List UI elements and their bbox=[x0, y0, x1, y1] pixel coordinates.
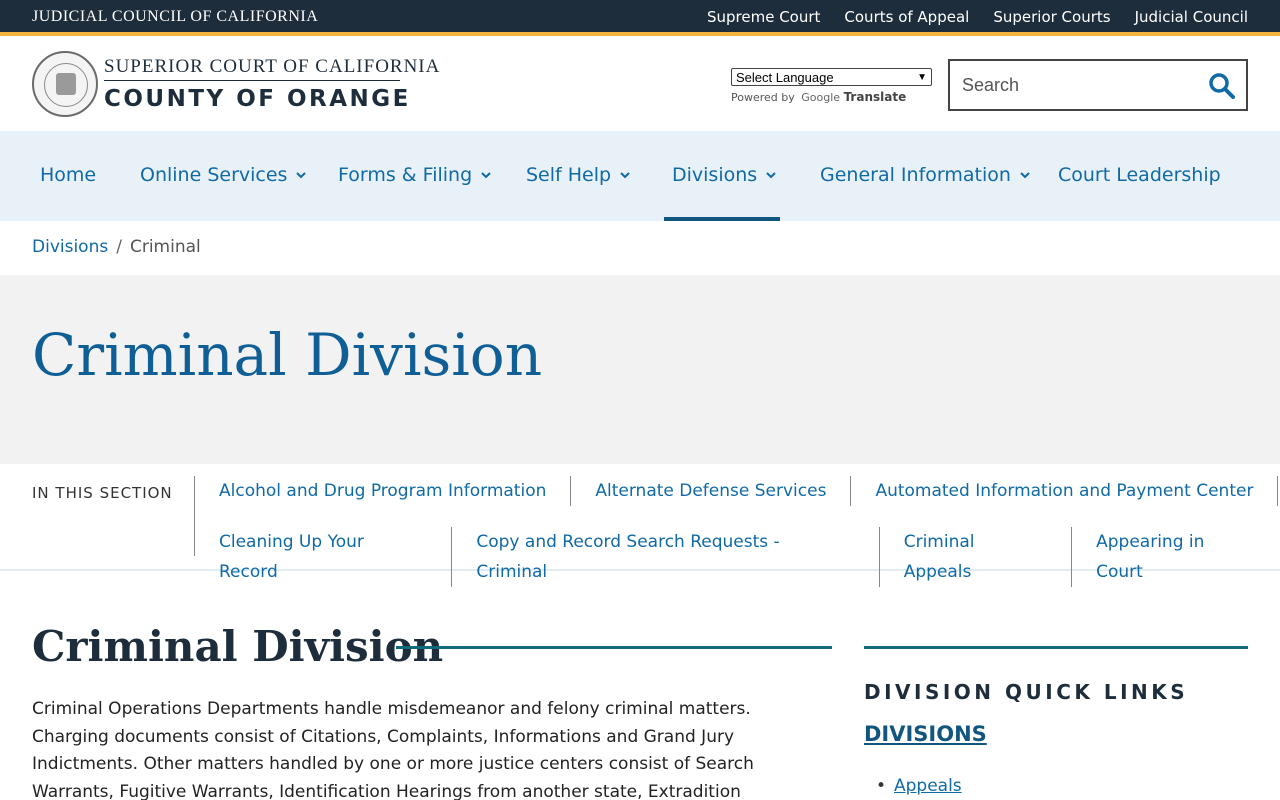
breadcrumb-current: Criminal bbox=[129, 237, 201, 257]
nav-item-label: Divisions bbox=[672, 164, 758, 186]
court-seal-logo[interactable] bbox=[32, 51, 98, 117]
judicial-council-title[interactable]: JUDICIAL COUNCIL OF CALIFORNIA bbox=[32, 8, 318, 26]
brand-title-top[interactable]: SUPERIOR COURT OF CALIFORNIA bbox=[104, 56, 440, 78]
powered-by-label: Powered by bbox=[731, 91, 795, 104]
nav-item-label: Self Help bbox=[526, 164, 612, 186]
content-heading: Criminal Division bbox=[32, 622, 444, 671]
top-links: Supreme Court Courts of Appeal Superior … bbox=[707, 8, 1248, 26]
section-link-criminal-appeals[interactable]: Criminal Appeals bbox=[880, 527, 1073, 587]
language-select[interactable]: Select Language ▼ bbox=[731, 68, 932, 86]
breadcrumb-separator: / bbox=[116, 237, 122, 257]
powered-by-google-translate: Powered by Google Translate bbox=[731, 90, 906, 104]
nav-item-forms-filing[interactable]: Forms & Filing bbox=[338, 164, 492, 186]
main-navigation: Home Online Services Forms & Filing Self… bbox=[0, 131, 1280, 221]
top-link-judicial-council[interactable]: Judicial Council bbox=[1135, 8, 1248, 26]
top-utility-bar: JUDICIAL COUNCIL OF CALIFORNIA Supreme C… bbox=[0, 0, 1280, 36]
content-paragraph: Criminal Operations Departments handle m… bbox=[32, 699, 754, 800]
section-link-cleaning-up-record[interactable]: Cleaning Up Your Record bbox=[195, 527, 453, 587]
top-link-courts-of-appeal[interactable]: Courts of Appeal bbox=[844, 8, 969, 26]
search-input[interactable]: Search bbox=[962, 75, 1019, 96]
section-link-automated-information[interactable]: Automated Information and Payment Center bbox=[851, 476, 1279, 506]
nav-item-label: Forms & Filing bbox=[338, 164, 473, 186]
brand-title-bottom[interactable]: COUNTY OF ORANGE bbox=[104, 86, 411, 112]
nav-item-general-information[interactable]: General Information bbox=[820, 164, 1031, 186]
chevron-down-icon bbox=[620, 172, 630, 179]
brand-divider bbox=[104, 80, 400, 81]
chevron-down-icon bbox=[481, 172, 491, 179]
nav-item-divisions[interactable]: Divisions bbox=[672, 164, 777, 186]
nav-item-court-leadership[interactable]: Court Leadership bbox=[1058, 164, 1221, 186]
nav-item-self-help[interactable]: Self Help bbox=[526, 164, 631, 186]
breadcrumb-divisions-link[interactable]: Divisions bbox=[32, 237, 108, 257]
nav-item-label: Home bbox=[40, 164, 97, 186]
language-select-value: Select Language bbox=[736, 69, 834, 85]
chevron-down-icon bbox=[1020, 172, 1030, 179]
section-link-alcohol-drug[interactable]: Alcohol and Drug Program Information bbox=[195, 476, 572, 506]
section-links-row-1: Alcohol and Drug Program Information Alt… bbox=[195, 476, 1279, 506]
nav-item-label: Online Services bbox=[140, 164, 288, 186]
breadcrumb: Divisions / Criminal bbox=[32, 237, 201, 257]
in-this-section-label: IN THIS SECTION bbox=[32, 484, 173, 502]
content-heading-rule bbox=[396, 646, 832, 649]
nav-active-indicator bbox=[664, 217, 780, 221]
page-title: Criminal Division bbox=[32, 321, 543, 389]
translate-link[interactable]: Translate bbox=[844, 90, 907, 104]
nav-item-label: Court Leadership bbox=[1058, 164, 1221, 186]
sidebar-quick-links-list: Appeals bbox=[876, 776, 962, 796]
section-link-appearing-in-court[interactable]: Appearing in Court bbox=[1072, 527, 1280, 587]
section-links-row-2: Cleaning Up Your Record Copy and Record … bbox=[195, 527, 1280, 587]
section-link-copy-record-search[interactable]: Copy and Record Search Requests - Crimin… bbox=[452, 527, 880, 587]
google-logo-text: Google bbox=[801, 91, 841, 104]
search-box[interactable]: Search bbox=[948, 59, 1248, 111]
nav-item-home[interactable]: Home bbox=[40, 164, 96, 186]
top-link-superior-courts[interactable]: Superior Courts bbox=[993, 8, 1110, 26]
site-header: SUPERIOR COURT OF CALIFORNIA COUNTY OF O… bbox=[0, 40, 1280, 131]
section-link-alternate-defense[interactable]: Alternate Defense Services bbox=[571, 476, 852, 506]
chevron-down-icon bbox=[296, 172, 307, 179]
search-icon[interactable] bbox=[1208, 72, 1236, 100]
top-link-supreme-court[interactable]: Supreme Court bbox=[707, 8, 820, 26]
sidebar-divisions-link[interactable]: DIVISIONS bbox=[864, 722, 987, 746]
sidebar-rule bbox=[864, 646, 1248, 649]
in-this-section-nav: IN THIS SECTION Alcohol and Drug Program… bbox=[0, 464, 1280, 587]
nav-item-online-services[interactable]: Online Services bbox=[140, 164, 307, 186]
nav-item-label: General Information bbox=[820, 164, 1011, 186]
list-item: Appeals bbox=[876, 776, 962, 796]
sidebar-link-appeals[interactable]: Appeals bbox=[894, 776, 962, 796]
page-hero: Criminal Division bbox=[0, 275, 1280, 464]
division-quick-links-heading: DIVISION QUICK LINKS bbox=[864, 680, 1189, 704]
chevron-down-icon: ▼ bbox=[917, 71, 927, 83]
chevron-down-icon bbox=[766, 172, 776, 179]
